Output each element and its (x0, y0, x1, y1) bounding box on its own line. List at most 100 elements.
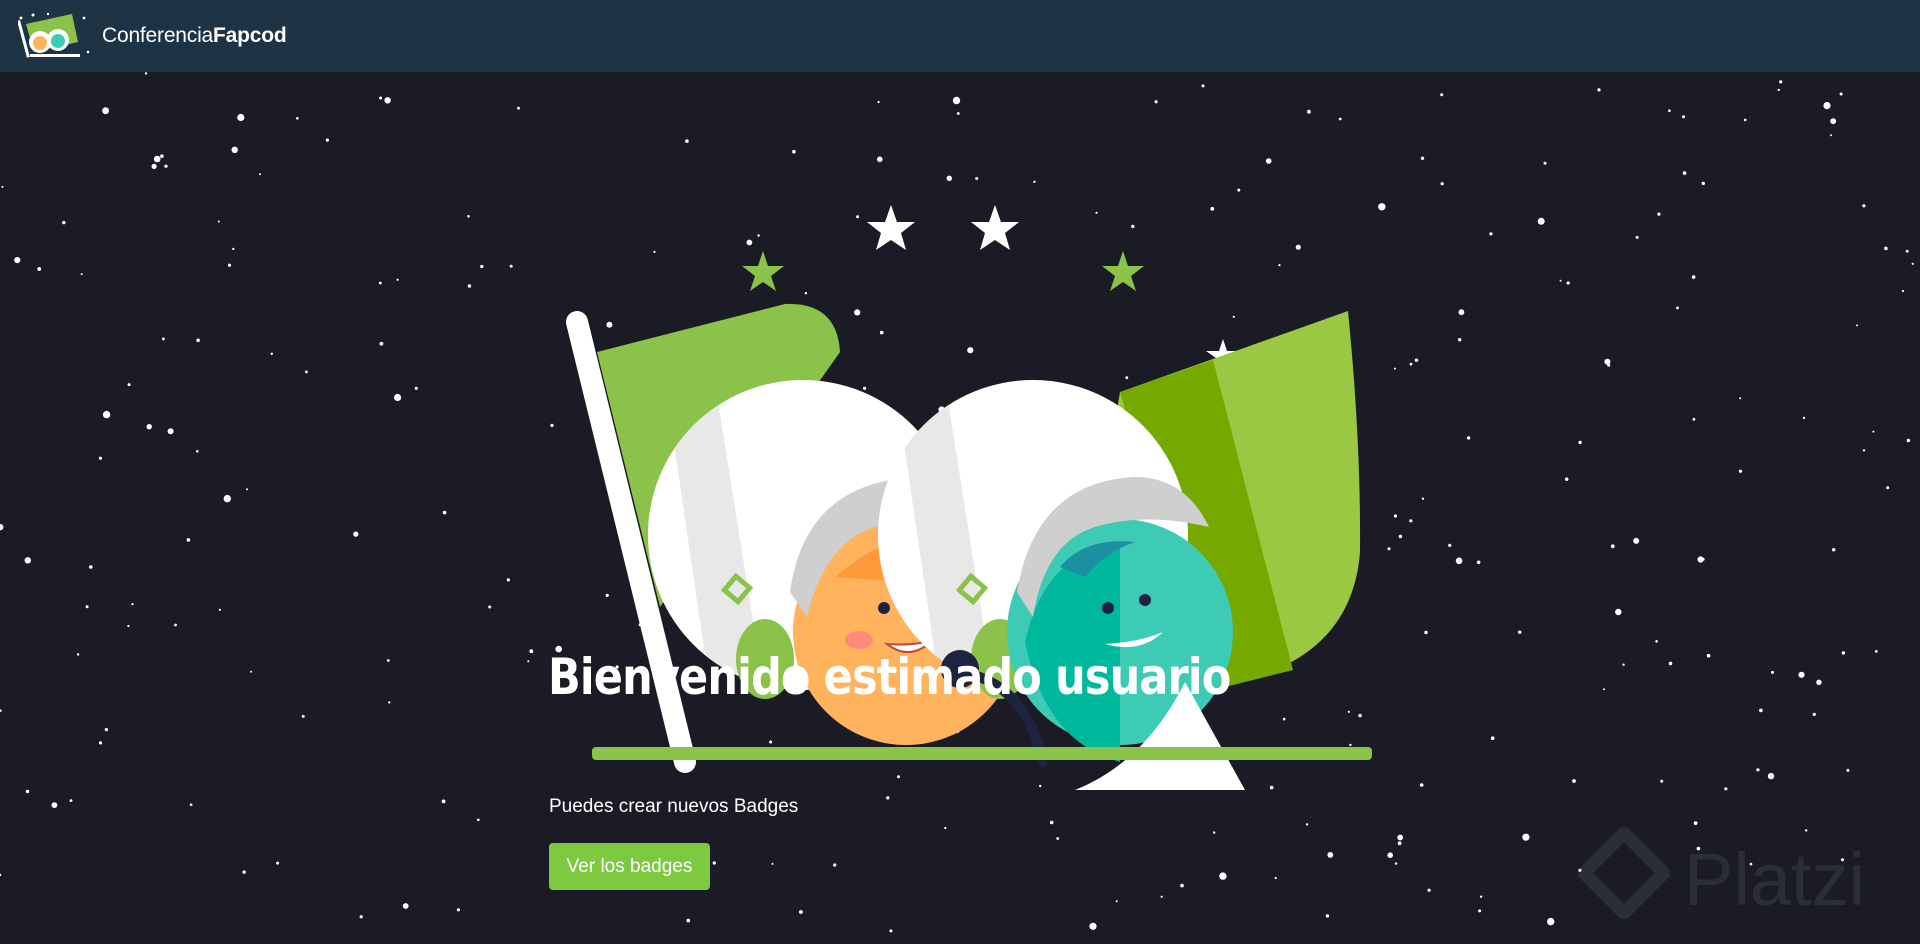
star-dot (1884, 246, 1888, 251)
star-dot (1, 185, 4, 188)
star-dot (0, 873, 2, 877)
star-dot (1089, 922, 1097, 930)
star-dot (1802, 416, 1806, 420)
star-dot (1779, 80, 1783, 84)
star-dot (1874, 650, 1878, 653)
platzi-watermark: Platzi (1578, 826, 1908, 932)
star-dot (1398, 534, 1403, 539)
star-dot (1823, 102, 1831, 110)
star-dot (1657, 212, 1661, 216)
star-dot (1682, 171, 1687, 175)
star-dot (1905, 249, 1909, 253)
star-dot (517, 106, 520, 110)
star-dot (1676, 306, 1679, 310)
star-dot (1906, 438, 1911, 443)
star-dot (1692, 417, 1696, 421)
star-dot (1743, 118, 1747, 122)
star-dot (218, 608, 221, 611)
star-dot (1414, 358, 1419, 362)
star-dot (89, 565, 93, 569)
star-dot (1565, 477, 1569, 481)
star-dot (1911, 262, 1914, 265)
view-badges-button[interactable]: Ver los badges (549, 843, 710, 890)
star-dot (1603, 688, 1605, 691)
star-dot (270, 352, 273, 355)
star-dot (196, 338, 200, 343)
star-dot (1706, 653, 1711, 658)
platzi-logo-icon (1578, 827, 1670, 920)
star-dot (127, 624, 130, 628)
star-dot (1458, 338, 1462, 342)
star-dot (952, 96, 961, 105)
star-dot (1846, 768, 1850, 772)
star-dot (889, 929, 893, 933)
star-dot (1427, 888, 1431, 892)
brand-link[interactable]: ConferenciaFapcod (18, 12, 287, 60)
star-dot (1862, 204, 1866, 208)
star-dot (1901, 289, 1905, 293)
star-dot (1660, 779, 1664, 783)
star-dot (359, 915, 363, 919)
star-dot (1798, 671, 1805, 678)
star-dot (1578, 440, 1582, 445)
star-dot (1489, 232, 1493, 236)
star-dot (1219, 872, 1227, 880)
star-dot (467, 215, 470, 218)
star-dot (1610, 544, 1615, 549)
star-dot (1543, 161, 1547, 165)
star-dot (1604, 358, 1611, 365)
star-dot (1397, 834, 1404, 841)
navbar: ConferenciaFapcod (0, 0, 1920, 72)
star-dot (1607, 363, 1611, 367)
star-dot (1691, 275, 1696, 279)
hero-section: Bienvenido estimado usuario Puedes crear… (0, 72, 1920, 944)
star-dot (232, 247, 235, 251)
star-dot (944, 826, 947, 830)
star-dot (529, 649, 534, 654)
watermark-text: Platzi (1684, 837, 1865, 921)
star-dot (242, 870, 246, 874)
star-dot (686, 918, 691, 923)
star-dot (305, 370, 308, 374)
star-dot (1409, 362, 1413, 366)
star-dot (1420, 156, 1425, 160)
star-dot (1682, 115, 1685, 119)
star-dot (1522, 833, 1530, 841)
star-dot (1305, 823, 1309, 826)
star-dot (886, 796, 890, 800)
star-dot (480, 264, 484, 269)
brand-name-bold: Fapcod (213, 24, 287, 47)
star-dot (276, 861, 280, 865)
star-dot (1693, 821, 1698, 825)
star-dot (1739, 397, 1742, 400)
star-dot (378, 281, 382, 285)
star-dot (1724, 787, 1728, 791)
star-dot (1419, 783, 1424, 787)
star-dot (162, 337, 165, 341)
brand-name: ConferenciaFapcod (102, 24, 287, 48)
star-dot (69, 799, 73, 802)
star-dot (151, 163, 157, 169)
star-dot (14, 257, 21, 264)
star-dot (1777, 88, 1780, 92)
star-dot (1856, 324, 1859, 327)
star-dot (353, 531, 359, 537)
star-dot (1490, 736, 1495, 740)
star-dot (237, 113, 245, 122)
conference-flag-logo-icon (18, 12, 90, 58)
star-dot (1448, 543, 1452, 547)
star-dot (1154, 100, 1158, 104)
star-dot (296, 117, 299, 120)
star-dot (1476, 560, 1481, 565)
star-dot (1537, 217, 1545, 225)
star-dot (1518, 630, 1522, 634)
star-dot (1409, 519, 1413, 523)
star-dot (1668, 109, 1671, 112)
star-dot (1830, 118, 1837, 125)
star-dot (1566, 281, 1570, 285)
star-dot (1393, 514, 1397, 518)
star-dot (250, 670, 253, 673)
star-dot (1115, 900, 1118, 903)
star-dot (1597, 88, 1601, 92)
star-dot (456, 908, 460, 912)
